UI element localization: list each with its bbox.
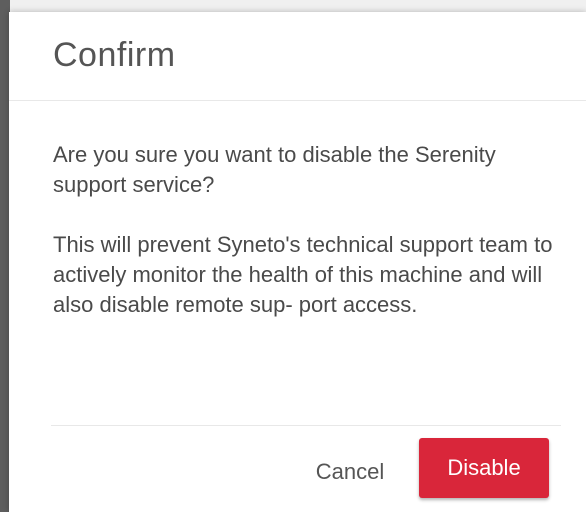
background-top [0,0,586,12]
dialog-footer: Cancel Disable [51,425,561,512]
disable-button[interactable]: Disable [419,438,549,498]
cancel-button[interactable]: Cancel [303,454,397,490]
dialog-body: Are you sure you want to disable the Ser… [53,140,563,320]
screen: Confirm Are you sure you want to disable… [0,0,586,512]
dialog-detail: This will prevent Syneto's technical sup… [53,232,553,317]
dialog-question: Are you sure you want to disable the Ser… [53,142,496,197]
confirm-dialog: Confirm Are you sure you want to disable… [9,12,586,512]
dialog-title: Confirm [53,36,176,74]
dialog-header: Confirm [9,12,586,101]
